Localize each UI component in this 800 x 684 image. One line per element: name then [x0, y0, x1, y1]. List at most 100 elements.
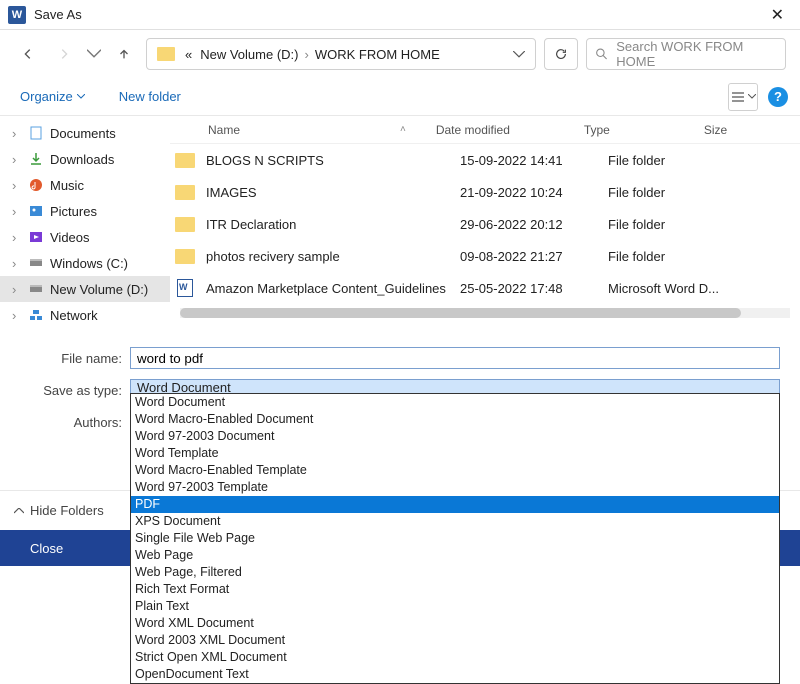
tree-item-windows-c-[interactable]: › Windows (C:)	[0, 250, 170, 276]
word-doc-icon	[177, 279, 193, 297]
column-type[interactable]: Type	[584, 123, 704, 137]
file-date: 25-05-2022 17:48	[460, 281, 608, 296]
file-row[interactable]: ITR Declaration29-06-2022 20:12File fold…	[170, 208, 800, 240]
file-name-input[interactable]	[130, 347, 780, 369]
word-app-icon: W	[8, 6, 26, 24]
nav-forward-button[interactable]	[50, 40, 78, 68]
folder-tree: › Documents ›Downloads›Music›Pictures›Vide…	[0, 116, 170, 336]
type-option[interactable]: XPS Document	[131, 513, 779, 530]
nav-bar: « New Volume (D:) › WORK FROM HOME Searc…	[0, 30, 800, 78]
path-segment-drive[interactable]: New Volume (D:)	[198, 47, 300, 62]
file-date: 09-08-2022 21:27	[460, 249, 608, 264]
search-input[interactable]: Search WORK FROM HOME	[586, 38, 786, 70]
music-icon	[28, 177, 44, 193]
tree-item-downloads[interactable]: ›Downloads	[0, 146, 170, 172]
file-date: 15-09-2022 14:41	[460, 153, 608, 168]
folder-icon	[175, 153, 195, 168]
file-type: File folder	[608, 217, 728, 232]
tree-item-label: Network	[50, 308, 98, 323]
column-name[interactable]: Name	[170, 123, 430, 137]
tree-item-network[interactable]: › Network	[0, 302, 170, 328]
hide-folders-button[interactable]: Hide Folders	[14, 503, 104, 518]
column-date[interactable]: Date modified	[436, 123, 584, 137]
nav-back-button[interactable]	[14, 40, 42, 68]
folder-icon	[157, 47, 175, 61]
title-bar: W Save As ✕	[0, 0, 800, 30]
path-prefix: «	[183, 47, 194, 62]
close-button[interactable]: Close	[30, 541, 63, 556]
organize-button[interactable]: Organize	[12, 85, 93, 108]
type-option[interactable]: Word XML Document	[131, 615, 779, 632]
chevron-right-icon: ›	[12, 152, 22, 167]
refresh-button[interactable]	[544, 38, 578, 70]
chevron-up-icon	[14, 508, 24, 514]
download-icon	[28, 151, 44, 167]
drive-icon	[28, 255, 44, 271]
network-icon	[28, 307, 44, 323]
chevron-right-icon: ›	[304, 47, 308, 62]
tree-item-new-volume-d-[interactable]: ›New Volume (D:)	[0, 276, 170, 302]
chevron-right-icon: ›	[12, 308, 22, 323]
sort-indicator-icon: ˄	[400, 124, 406, 135]
file-row[interactable]: photos recivery sample09-08-2022 21:27Fi…	[170, 240, 800, 272]
folder-icon	[175, 217, 195, 232]
tree-item-label: New Volume (D:)	[50, 282, 148, 297]
file-name: BLOGS N SCRIPTS	[200, 153, 460, 168]
doc-icon	[28, 125, 44, 141]
type-option[interactable]: Word Document	[131, 394, 779, 411]
tree-item-label: Documents	[50, 126, 116, 141]
main-area: › Documents ›Downloads›Music›Pictures›Vide…	[0, 116, 800, 336]
help-button[interactable]: ?	[768, 87, 788, 107]
close-window-button[interactable]: ✕	[763, 5, 792, 25]
type-option[interactable]: OpenDocument Text	[131, 666, 779, 683]
tree-item-videos[interactable]: ›Videos	[0, 224, 170, 250]
address-dropdown-button[interactable]	[509, 51, 529, 58]
file-type: File folder	[608, 153, 728, 168]
authors-label: Authors:	[20, 415, 130, 430]
type-option[interactable]: Rich Text Format	[131, 581, 779, 598]
type-option[interactable]: Word Macro-Enabled Template	[131, 462, 779, 479]
type-option[interactable]: PDF	[131, 496, 779, 513]
tree-item-label: Windows (C:)	[50, 256, 128, 271]
type-option[interactable]: Web Page, Filtered	[131, 564, 779, 581]
horizontal-scrollbar[interactable]	[180, 308, 790, 318]
folder-icon	[175, 249, 195, 264]
chevron-right-icon: ›	[12, 126, 22, 141]
file-type: File folder	[608, 249, 728, 264]
new-folder-button[interactable]: New folder	[111, 85, 189, 108]
tree-item-pictures[interactable]: ›Pictures	[0, 198, 170, 224]
file-row[interactable]: BLOGS N SCRIPTS15-09-2022 14:41File fold…	[170, 144, 800, 176]
type-option[interactable]: Word 2003 XML Document	[131, 632, 779, 649]
chevron-right-icon: ›	[12, 256, 22, 271]
file-list: Name ˄ Date modified Type Size BLOGS N S…	[170, 116, 800, 336]
search-placeholder: Search WORK FROM HOME	[616, 39, 777, 69]
tree-item-documents[interactable]: › Documents	[0, 120, 170, 146]
file-row[interactable]: Amazon Marketplace Content_Guidelines25-…	[170, 272, 800, 304]
column-size[interactable]: Size	[704, 123, 800, 137]
type-option[interactable]: Word Template	[131, 445, 779, 462]
file-name: Amazon Marketplace Content_Guidelines	[200, 281, 460, 296]
type-option[interactable]: Single File Web Page	[131, 530, 779, 547]
nav-up-button[interactable]	[110, 40, 138, 68]
type-option[interactable]: Word 97-2003 Template	[131, 479, 779, 496]
file-date: 21-09-2022 10:24	[460, 185, 608, 200]
view-options-button[interactable]	[728, 83, 758, 111]
file-row[interactable]: IMAGES21-09-2022 10:24File folder	[170, 176, 800, 208]
type-option[interactable]: Plain Text	[131, 598, 779, 615]
videos-icon	[28, 229, 44, 245]
nav-recent-dropdown[interactable]	[86, 40, 102, 68]
folder-icon	[175, 185, 195, 200]
file-date: 29-06-2022 20:12	[460, 217, 608, 232]
type-option[interactable]: Web Page	[131, 547, 779, 564]
tree-item-music[interactable]: ›Music	[0, 172, 170, 198]
save-as-type-dropdown[interactable]: Word DocumentWord Macro-Enabled Document…	[130, 393, 780, 684]
type-option[interactable]: Word 97-2003 Document	[131, 428, 779, 445]
type-option[interactable]: Word Macro-Enabled Document	[131, 411, 779, 428]
column-headers: Name ˄ Date modified Type Size	[170, 116, 800, 144]
address-bar[interactable]: « New Volume (D:) › WORK FROM HOME	[146, 38, 536, 70]
type-option[interactable]: Strict Open XML Document	[131, 649, 779, 666]
path-segment-folder[interactable]: WORK FROM HOME	[313, 47, 442, 62]
chevron-right-icon: ›	[12, 178, 22, 193]
file-name-label: File name:	[20, 351, 130, 366]
save-as-type-label: Save as type:	[20, 383, 130, 398]
